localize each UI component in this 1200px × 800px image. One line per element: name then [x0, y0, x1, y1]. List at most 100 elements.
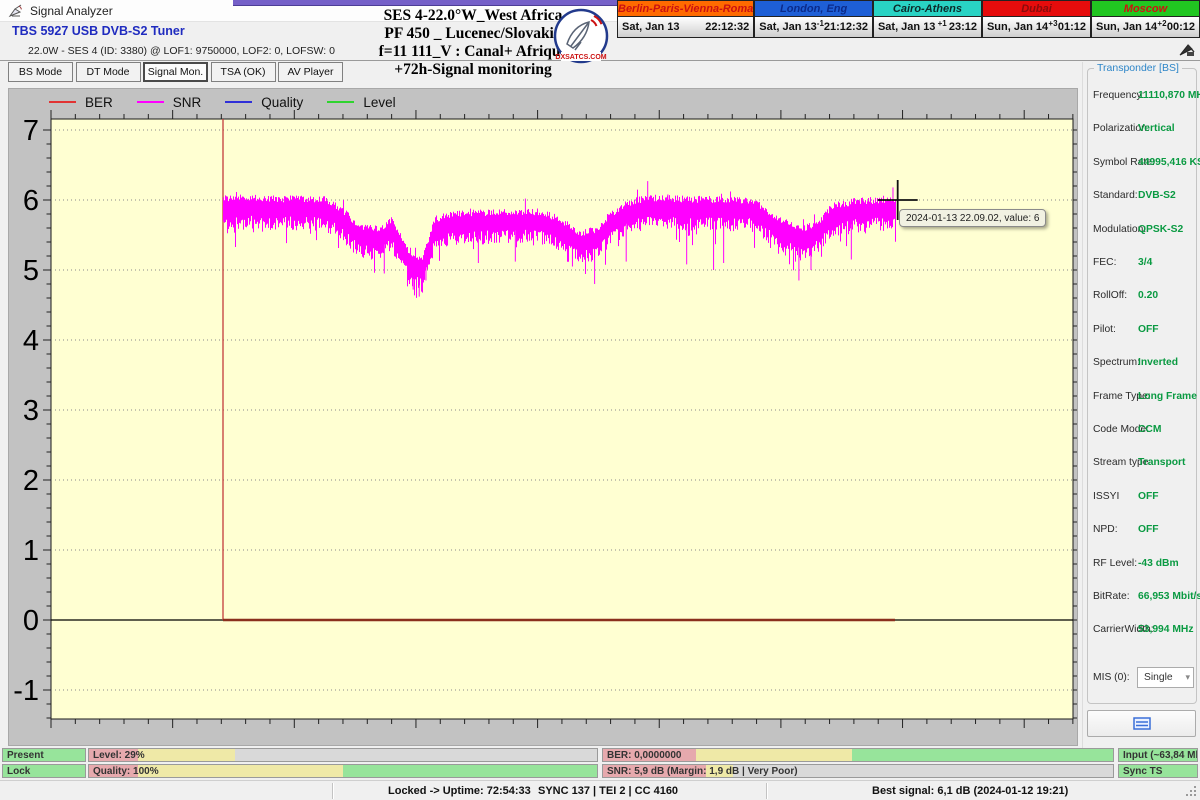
clock-date-text: Sun, Jan 14	[987, 21, 1048, 33]
svg-text:4: 4	[23, 325, 39, 357]
clock-utc-offset: +2	[1157, 19, 1167, 28]
stream-list-button[interactable]	[1087, 710, 1196, 737]
clock-1: Berlin-Paris-Vienna-Roma Sat, Jan 13 22:12…	[617, 1, 754, 38]
header-subtitle: +72h-Signal monitoring	[375, 61, 571, 79]
transponder-row-value: Long Frame	[1138, 391, 1197, 402]
tab-signal-mon-[interactable]: Signal Mon.	[143, 62, 208, 82]
transponder-row: CarrierWidth:53,994 MHz	[1088, 624, 1198, 638]
bar-segment	[138, 765, 343, 777]
logo-text-slot: DXSATCS.COM	[555, 54, 606, 61]
clock-time-text: 22:12:32	[705, 21, 749, 33]
svg-text:2: 2	[23, 465, 39, 497]
transponder-row-value: OFF	[1138, 524, 1159, 535]
header-line-3: f=11 111_V : Canal+ Afrique	[375, 43, 571, 61]
transponder-row: RollOff: 0.20	[1088, 290, 1198, 304]
transponder-group: Transponder [BS] Frequency:11110,870 MHz…	[1087, 68, 1197, 704]
clock-time-text: 01:12	[1058, 21, 1086, 33]
transponder-row-value: 66,953 Mbit/s	[1138, 591, 1200, 602]
transponder-row: Spectrum:Inverted	[1088, 357, 1198, 371]
transponder-panel: Transponder [BS] Frequency:11110,870 MHz…	[1082, 62, 1200, 748]
statusbar-sync: SYNC 137 | TEI 2 | CC 4160	[538, 785, 678, 797]
transponder-row: BitRate:66,953 Mbit/s	[1088, 591, 1198, 605]
monitor-bar-input-63-84-mbps-: Input (~63,84 Mbps)	[1118, 748, 1198, 762]
clock-datetime: Sat, Jan 13-121:12:32	[755, 17, 872, 38]
clock-city-label: Berlin-Paris-Vienna-Roma	[618, 1, 753, 17]
transponder-row-value: 44995,416 KS/s	[1138, 157, 1200, 168]
transponder-row-label: Frequency:	[1093, 90, 1145, 101]
tab-bs-mode[interactable]: BS Mode	[8, 62, 73, 82]
window-title: Signal Analyzer	[30, 4, 113, 18]
clock-time-text: 00:12	[1167, 21, 1195, 33]
clock-4: DubaiSun, Jan 14+301:12	[982, 1, 1091, 38]
transponder-row-label: RF Level:	[1093, 558, 1137, 569]
svg-text:-1: -1	[13, 675, 39, 707]
transponder-row-label: RollOff:	[1093, 290, 1127, 301]
tab-tsa-ok-[interactable]: TSA (OK)	[211, 62, 276, 82]
tuner-name: TBS 5927 USB DVB-S2 Tuner	[12, 24, 185, 38]
chevron-down-icon: ▾	[1185, 672, 1190, 683]
transponder-row-value: 3/4	[1138, 257, 1152, 268]
resize-grip-icon[interactable]	[1185, 785, 1198, 798]
list-icon	[1133, 717, 1151, 730]
transponder-row-value: Transport	[1138, 457, 1186, 468]
transponder-row: RF Level:-43 dBm	[1088, 558, 1198, 572]
transponder-row: Stream type:Transport	[1088, 457, 1198, 471]
transponder-row-value: CCM	[1138, 424, 1161, 435]
monitor-bar-quality: Quality: 100%	[88, 764, 598, 778]
clock-2: London, EngSat, Jan 13-121:12:32	[754, 1, 873, 38]
mis-row: MIS (0): Single ▾	[1088, 667, 1198, 689]
statusbar-separator	[766, 783, 767, 799]
bar-label: Sync TS	[1123, 765, 1162, 778]
mis-selected-value: Single	[1144, 672, 1173, 683]
statusbar-uptime: Locked -> Uptime: 72:54:33	[388, 785, 531, 797]
transponder-row-value: OFF	[1138, 491, 1159, 502]
dxsatcs-logo: DXSATCS.COM	[553, 8, 609, 64]
svg-text:6: 6	[23, 185, 39, 217]
transponder-row-label: Pilot:	[1093, 324, 1116, 335]
monitor-bar-level: Level: 29%	[88, 748, 598, 762]
clock-datetime: Sat, Jan 13+123:12	[874, 17, 981, 38]
tab-av-player[interactable]: AV Player	[278, 62, 343, 82]
clock-city-label: Moscow	[1092, 1, 1199, 17]
transponder-group-title: Transponder [BS]	[1094, 62, 1182, 74]
bar-label: BER: 0,0000000	[607, 749, 682, 762]
tab-dt-mode[interactable]: DT Mode	[76, 62, 141, 82]
transponder-row-value: 11110,870 MHz	[1138, 90, 1200, 101]
satellite-mini-icon	[1176, 40, 1196, 58]
clock-datetime: Sun, Jan 14+301:12	[983, 17, 1090, 38]
clock-datetime: Sun, Jan 14+200:12	[1092, 17, 1199, 38]
transponder-row-value: 53,994 MHz	[1138, 624, 1194, 635]
mis-dropdown[interactable]: Single ▾	[1137, 667, 1194, 688]
transponder-row-value: -43 dBm	[1138, 558, 1179, 569]
transponder-row-label: FEC:	[1093, 257, 1116, 268]
transponder-row-value: QPSK-S2	[1138, 224, 1183, 235]
bar-label: Lock	[7, 765, 30, 778]
transponder-row: Code Mode:CCM	[1088, 424, 1198, 438]
transponder-row: ISSYI OFF	[1088, 491, 1198, 505]
transponder-row: NPD: OFF	[1088, 524, 1198, 538]
svg-text:1: 1	[23, 535, 39, 567]
transponder-row-value: OFF	[1138, 324, 1159, 335]
clock-date-text: Sat, Jan 13	[759, 21, 816, 33]
transponder-row-label: Spectrum:	[1093, 357, 1140, 368]
clock-date-text: Sat, Jan 13	[622, 21, 679, 33]
mis-label: MIS (0):	[1093, 672, 1130, 683]
clock-city-label: Dubai	[983, 1, 1090, 17]
transponder-row-value: 0.20	[1138, 290, 1158, 301]
header-line-1: SES 4-22.0°W_West Africa	[375, 7, 571, 25]
monitoring-header: SES 4-22.0°W_West Africa PF 450 _ Lucene…	[375, 7, 571, 79]
transponder-row: FEC: 3/4	[1088, 257, 1198, 271]
svg-text:3: 3	[23, 395, 39, 427]
transponder-row-label: Standard:	[1093, 190, 1138, 201]
clock-utc-offset: +3	[1048, 19, 1058, 28]
transponder-row-label: NPD:	[1093, 524, 1118, 535]
transponder-row-label: ISSYI	[1093, 491, 1119, 502]
world-clocks: Berlin-Paris-Vienna-Roma Sat, Jan 13 22:12…	[617, 0, 1200, 38]
signal-chart-plot[interactable]: -101234567	[9, 89, 1077, 745]
clock-city-label: Cairo-Athens	[874, 1, 981, 17]
svg-text:0: 0	[23, 605, 39, 637]
tuner-details: 22.0W - SES 4 (ID: 3380) @ LOF1: 9750000…	[28, 45, 335, 57]
clock-utc-offset: +1	[935, 19, 948, 28]
bar-label: Quality: 100%	[93, 765, 159, 778]
bar-segment	[696, 749, 852, 761]
